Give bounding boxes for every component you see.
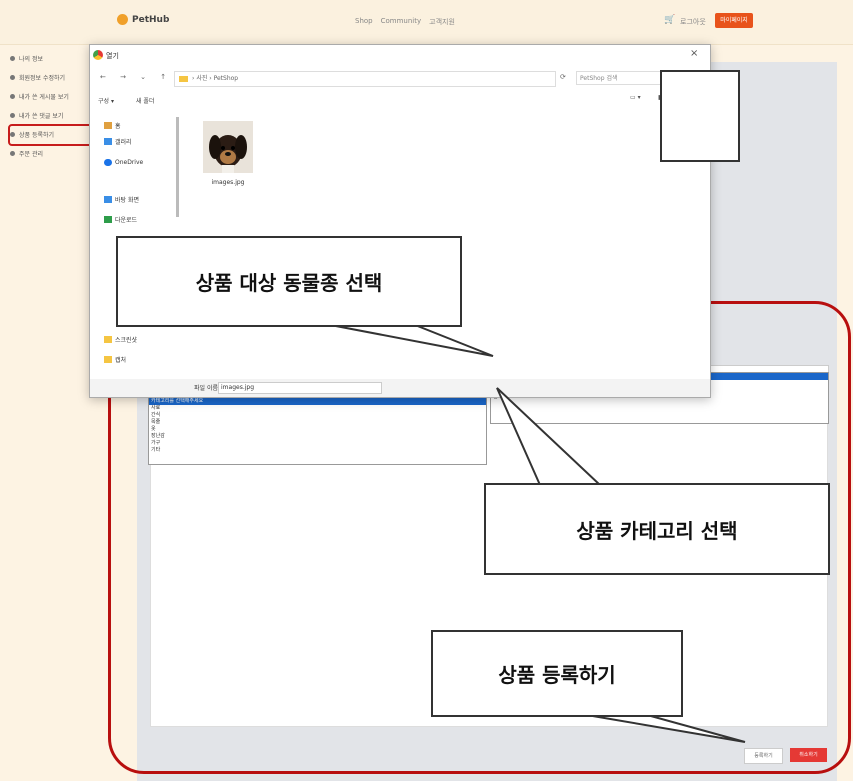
download-icon [104,216,112,223]
sidebar-item-label: 주문 관리 [19,151,43,158]
nav-item-label: 다운로드 [115,217,138,224]
path-segment[interactable]: 사진 [196,75,207,82]
nav-item-home[interactable]: 홈 [104,121,121,130]
nav-item-label: 스크린샷 [115,337,138,344]
filename-row: 파일 이름(N): images.jpg [90,379,710,397]
logout-link[interactable]: 로그아웃 [680,17,706,27]
file-name-label: images.jpg [211,179,245,186]
callout-partial [660,70,740,162]
nav-arrows[interactable]: ← → ⌄ ↑ [100,73,172,81]
organize-button[interactable]: 구성 ▾ [98,96,114,105]
sidebar-item-edit-info[interactable]: 회원정보 수정하기 [10,73,65,82]
nav-links: Shop Community 고객지원 [355,17,455,27]
doc-icon [10,94,15,99]
folder-icon [104,336,112,343]
dot-icon [10,75,15,80]
desktop-icon [104,196,112,203]
view-icon[interactable]: ▭ ▾ [630,94,641,101]
search-placeholder: PetShop 검색 [580,75,618,82]
nav-item-screenshots[interactable]: 스크린샷 [104,335,137,344]
nav-item-label: 바탕 화면 [115,197,139,204]
nav-link-community[interactable]: Community [381,17,422,27]
dialog-titlebar: 열기 × [90,45,710,65]
callout-register: 상품 등록하기 [431,630,683,717]
cart-icon[interactable]: 🛒 [664,15,675,25]
nav-item-label: 갤러리 [115,139,132,146]
filename-input[interactable]: images.jpg [218,382,382,394]
dialog-title: 열기 [106,52,119,60]
sidebar-item-label: 내가 쓴 게시물 보기 [19,94,69,101]
dialog-navbar: ← → ⌄ ↑ › 사진 › PetShop ⟳ PetShop 검색 ⚲ [90,67,710,89]
sidebar-item-my-info[interactable]: 나의 정보 [10,54,43,63]
dialog-toolbar: 구성 ▾ 새 폴더 ▭ ▾ ◧ ? [90,91,710,109]
file-thumbnail[interactable] [203,121,253,173]
logo-text: PetHub [132,14,170,25]
close-icon[interactable]: × [690,48,698,59]
nav-item-label: 캡처 [115,357,127,364]
new-folder-button[interactable]: 새 폴더 [136,96,154,105]
sidebar-item-label: 회원정보 수정하기 [19,75,66,82]
nav-scrollbar[interactable] [176,117,179,217]
paw-icon [117,14,128,25]
home-icon [104,122,112,129]
doc-icon [10,113,15,118]
address-bar[interactable]: › 사진 › PetShop [174,71,556,87]
refresh-icon[interactable]: ⟳ [560,73,566,81]
nav-item-label: OneDrive [115,159,144,166]
folder-icon [179,75,188,82]
sidebar-item-my-posts[interactable]: 내가 쓴 게시물 보기 [10,92,69,101]
sidebar-item-my-comments[interactable]: 내가 쓴 댓글 보기 [10,111,63,120]
callout-species: 상품 대상 동물종 선택 [116,236,462,327]
callout-category: 상품 카테고리 선택 [484,483,830,575]
nav-item-label: 홈 [115,123,121,130]
nav-link-shop[interactable]: Shop [355,17,373,27]
dot-icon [10,151,15,156]
sidebar-item-label: 내가 쓴 댓글 보기 [19,113,64,120]
file-open-dialog: 열기 × ← → ⌄ ↑ › 사진 › PetShop ⟳ PetShop 검색… [89,44,711,398]
mypage-button[interactable]: 마이페이지 [715,13,753,28]
nav-item-downloads[interactable]: 다운로드 [104,215,137,224]
gallery-icon [104,138,112,145]
nav-item-onedrive[interactable]: OneDrive [104,159,143,166]
sidebar-item-orders[interactable]: 주문 관리 [10,149,43,158]
nav-link-support[interactable]: 고객지원 [429,17,455,27]
cloud-icon [104,159,112,166]
logo[interactable]: PetHub [117,14,169,25]
sidebar-item-label: 나의 정보 [19,56,43,63]
nav-item-desktop[interactable]: 바탕 화면 [104,195,139,204]
path-segment[interactable]: PetShop [214,75,239,82]
chrome-icon [93,50,103,60]
folder-icon [104,356,112,363]
nav-item-capture[interactable]: 캡처 [104,355,126,364]
nav-item-gallery[interactable]: 갤러리 [104,137,132,146]
puppy-image [203,121,253,173]
person-icon [10,56,15,61]
